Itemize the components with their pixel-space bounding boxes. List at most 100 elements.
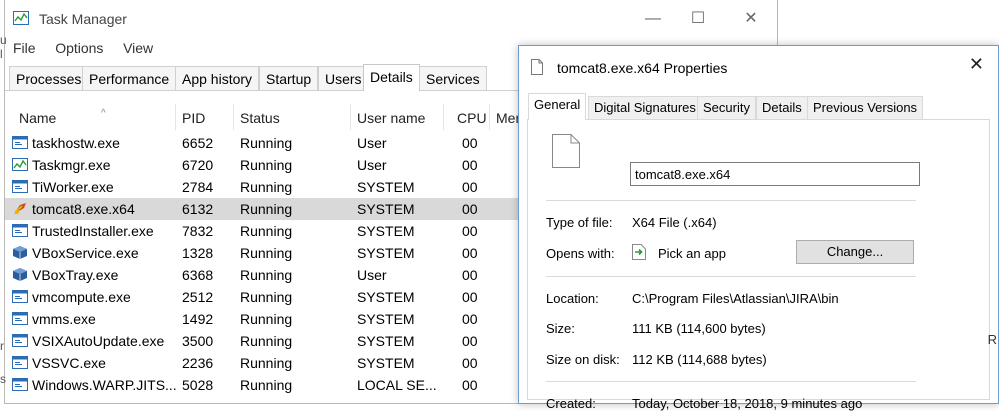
- process-cpu: 00: [462, 333, 478, 349]
- process-status: Running: [240, 267, 293, 283]
- background-text-fragment: r: [0, 339, 4, 353]
- window-app-icon: [12, 136, 28, 149]
- process-user: User: [357, 135, 387, 151]
- column-divider[interactable]: [175, 104, 176, 130]
- close-icon[interactable]: ✕: [969, 54, 984, 75]
- minimize-button[interactable]: —: [638, 9, 668, 29]
- process-status: Running: [240, 223, 293, 239]
- tab-security[interactable]: Security: [697, 96, 756, 119]
- process-pid: 1492: [182, 311, 214, 327]
- file-name-field[interactable]: [630, 162, 920, 186]
- background-text-fragment: s: [0, 372, 6, 386]
- location-label: Location:: [546, 291, 599, 306]
- menu-options[interactable]: Options: [55, 40, 103, 56]
- title-bar[interactable]: Task Manager — ☐ ✕: [5, 0, 777, 38]
- window-app-icon: [12, 378, 28, 391]
- divider: [546, 276, 916, 277]
- size-value: 111 KB (114,600 bytes): [632, 321, 766, 336]
- virtualbox-cube-icon: [13, 268, 27, 281]
- process-status: Running: [240, 201, 293, 217]
- column-status[interactable]: Status: [240, 110, 280, 126]
- menu-file[interactable]: File: [13, 40, 36, 56]
- dialog-title: tomcat8.exe.x64 Properties: [557, 60, 728, 76]
- process-name: taskhostw.exe: [32, 135, 120, 151]
- process-user: SYSTEM: [357, 355, 415, 371]
- process-name: VSSVC.exe: [32, 355, 106, 371]
- virtualbox-cube-icon: [13, 246, 27, 259]
- tab-users[interactable]: Users: [318, 66, 369, 90]
- process-name: VBoxTray.exe: [32, 267, 119, 283]
- process-cpu: 00: [462, 135, 478, 151]
- tab-app-history[interactable]: App history: [175, 66, 260, 90]
- menu-view[interactable]: View: [123, 40, 153, 56]
- tab-processes[interactable]: Processes: [9, 66, 89, 90]
- window-app-icon: [12, 224, 28, 237]
- tab-general[interactable]: General: [528, 93, 587, 120]
- column-divider[interactable]: [443, 104, 444, 130]
- column-divider[interactable]: [489, 104, 490, 130]
- properties-dialog: tomcat8.exe.x64 Properties ✕ General Dig…: [518, 45, 999, 411]
- task-manager-icon: [13, 11, 29, 25]
- process-status: Running: [240, 333, 293, 349]
- process-cpu: 00: [462, 377, 478, 393]
- tab-digital-signatures[interactable]: Digital Signatures: [588, 96, 702, 119]
- process-name: vmcompute.exe: [32, 289, 131, 305]
- tab-previous-versions[interactable]: Previous Versions: [807, 96, 924, 119]
- process-cpu: 00: [462, 157, 478, 173]
- tab-startup[interactable]: Startup: [259, 66, 319, 90]
- column-memory[interactable]: Mer: [496, 110, 520, 126]
- column-cpu[interactable]: CPU: [457, 110, 487, 126]
- divider: [546, 200, 916, 201]
- dialog-tab-strip: General Digital Signatures Security Deta…: [527, 93, 990, 120]
- process-user: User: [357, 157, 387, 173]
- process-pid: 6720: [182, 157, 214, 173]
- opens-with-label: Opens with:: [546, 246, 615, 261]
- column-user-name[interactable]: User name: [357, 110, 425, 126]
- column-pid[interactable]: PID: [182, 110, 205, 126]
- process-name: TiWorker.exe: [32, 179, 114, 195]
- process-pid: 6368: [182, 267, 214, 283]
- process-user: SYSTEM: [357, 179, 415, 195]
- process-name: vmms.exe: [32, 311, 96, 327]
- tomcat-feather-icon: [14, 203, 26, 214]
- maximize-button[interactable]: ☐: [683, 9, 713, 29]
- process-user: SYSTEM: [357, 289, 415, 305]
- tab-details[interactable]: Details: [756, 96, 808, 119]
- process-user: User: [357, 267, 387, 283]
- background-text-fragment: R: [987, 332, 997, 347]
- process-pid: 6132: [182, 201, 214, 217]
- process-cpu: 00: [462, 179, 478, 195]
- process-pid: 5028: [182, 377, 214, 393]
- tab-performance[interactable]: Performance: [82, 66, 177, 90]
- type-value: X64 File (.x64): [632, 215, 717, 230]
- process-user: SYSTEM: [357, 245, 415, 261]
- column-divider[interactable]: [233, 104, 234, 130]
- tab-details[interactable]: Details: [363, 64, 420, 91]
- process-cpu: 00: [462, 267, 478, 283]
- process-pid: 3500: [182, 333, 214, 349]
- process-status: Running: [240, 289, 293, 305]
- process-pid: 2512: [182, 289, 214, 305]
- process-status: Running: [240, 377, 293, 393]
- sort-ascending-icon: ^: [101, 108, 106, 119]
- process-user: SYSTEM: [357, 201, 415, 217]
- column-divider[interactable]: [350, 104, 351, 130]
- process-pid: 1328: [182, 245, 214, 261]
- process-status: Running: [240, 355, 293, 371]
- close-button[interactable]: ✕: [736, 9, 766, 29]
- process-status: Running: [240, 135, 293, 151]
- window-title: Task Manager: [39, 11, 127, 27]
- tab-services[interactable]: Services: [419, 66, 487, 90]
- process-pid: 2784: [182, 179, 214, 195]
- column-name[interactable]: Name ^: [19, 108, 106, 126]
- process-cpu: 00: [462, 289, 478, 305]
- file-icon: [531, 59, 543, 75]
- process-name: TrustedInstaller.exe: [32, 223, 154, 239]
- column-name-label: Name: [19, 110, 57, 126]
- process-cpu: 00: [462, 223, 478, 239]
- general-panel: Type of file: X64 File (.x64) Opens with…: [527, 120, 990, 411]
- task-manager-icon: [12, 158, 28, 171]
- location-value: C:\Program Files\Atlassian\JIRA\bin: [632, 291, 839, 306]
- change-button[interactable]: Change...: [796, 240, 914, 264]
- process-name: Taskmgr.exe: [32, 157, 111, 173]
